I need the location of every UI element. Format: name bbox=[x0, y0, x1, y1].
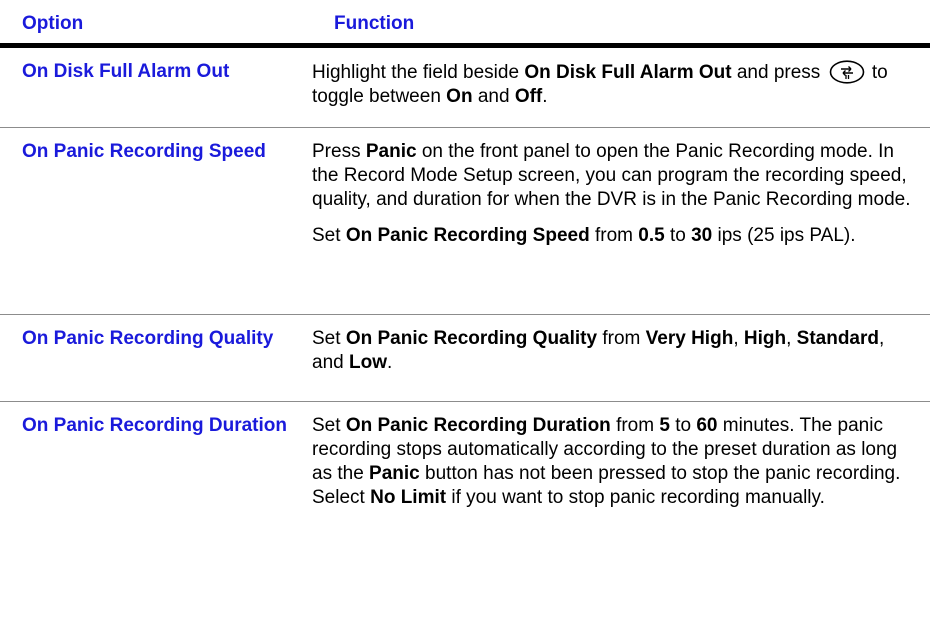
function-description: Highlight the field beside On Disk Full … bbox=[312, 48, 930, 127]
function-paragraph: Set On Panic Recording Speed from 0.5 to… bbox=[312, 224, 912, 248]
bold-term: On Panic Recording Duration bbox=[345, 415, 611, 436]
option-label: On Disk Full Alarm Out bbox=[22, 61, 230, 82]
bold-term: On Panic Recording Quality bbox=[345, 328, 598, 349]
options-table: Option Function On Disk Full Alarm Out H… bbox=[0, 0, 930, 632]
header-option: Option bbox=[22, 13, 84, 34]
header-function: Function bbox=[334, 13, 415, 34]
bold-term: Off bbox=[514, 86, 543, 107]
table-row: On Disk Full Alarm Out Highlight the fie… bbox=[0, 48, 930, 128]
bold-term: 5 bbox=[659, 415, 670, 436]
function-description: Press Panic on the front panel to open t… bbox=[312, 128, 930, 314]
text-run: from bbox=[610, 415, 660, 436]
text-run: ips (25 ips PAL). bbox=[712, 225, 856, 246]
text-run: . bbox=[542, 86, 548, 107]
enter-key-icon bbox=[829, 60, 865, 84]
bold-term: 0.5 bbox=[638, 225, 665, 246]
text-run: Press bbox=[312, 141, 366, 162]
bold-term: On Panic Recording Speed bbox=[345, 225, 590, 246]
function-description: Set On Panic Recording Quality from Very… bbox=[312, 315, 930, 401]
text-run: to bbox=[669, 415, 697, 436]
text-run: if you want to stop panic recording manu… bbox=[446, 487, 825, 508]
bold-term: Panic bbox=[365, 141, 417, 162]
table-row: On Panic Recording Quality Set On Panic … bbox=[0, 315, 930, 402]
text-run: Set bbox=[312, 225, 346, 246]
bold-term: Very High bbox=[645, 328, 734, 349]
bold-term: Low bbox=[348, 352, 387, 373]
table-row: On Panic Recording Duration Set On Panic… bbox=[0, 402, 930, 632]
bold-term: On Disk Full Alarm Out bbox=[524, 62, 732, 83]
function-paragraph: Set On Panic Recording Duration from 5 t… bbox=[312, 414, 912, 510]
text-run: . bbox=[386, 352, 393, 373]
text-run: Highlight the field beside bbox=[312, 62, 525, 83]
function-paragraph: Set On Panic Recording Quality from Very… bbox=[312, 327, 912, 375]
text-run: Set bbox=[312, 415, 346, 436]
text-run: to bbox=[664, 225, 692, 246]
bold-term: Standard bbox=[796, 328, 880, 349]
text-run: , bbox=[733, 328, 744, 349]
function-paragraph: Highlight the field beside On Disk Full … bbox=[312, 60, 912, 109]
text-run: Set bbox=[312, 328, 346, 349]
text-run: from bbox=[589, 225, 639, 246]
bold-term: On bbox=[446, 86, 473, 107]
bold-term: No Limit bbox=[370, 487, 447, 508]
option-label: On Panic Recording Quality bbox=[22, 328, 274, 349]
text-run: , bbox=[786, 328, 797, 349]
option-label: On Panic Recording Duration bbox=[22, 415, 287, 436]
option-label: On Panic Recording Speed bbox=[22, 141, 266, 162]
text-run: and bbox=[472, 86, 515, 107]
bold-term: Panic bbox=[369, 463, 420, 484]
text-run: and press bbox=[731, 62, 826, 83]
text-run: from bbox=[597, 328, 646, 349]
table-header: Option Function bbox=[0, 0, 930, 48]
function-description: Set On Panic Recording Duration from 5 t… bbox=[312, 402, 930, 632]
function-paragraph: Press Panic on the front panel to open t… bbox=[312, 140, 912, 212]
table-row: On Panic Recording Speed Press Panic on … bbox=[0, 128, 930, 315]
bold-term: 30 bbox=[691, 225, 713, 246]
bold-term: High bbox=[743, 328, 787, 349]
bold-term: 60 bbox=[696, 415, 718, 436]
